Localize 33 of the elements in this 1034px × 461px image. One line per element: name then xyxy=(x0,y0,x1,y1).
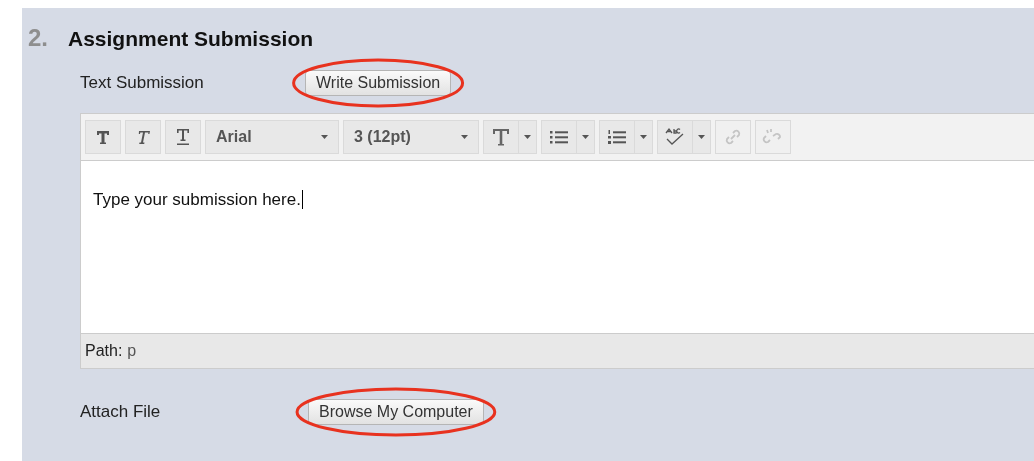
path-label: Path: xyxy=(85,341,123,361)
caret-icon xyxy=(524,135,531,139)
caret-icon xyxy=(640,135,647,139)
editor-text-area[interactable]: Type your submission here. xyxy=(81,161,1034,333)
toolbar-button[interactable] xyxy=(541,120,595,154)
toolbar-button[interactable] xyxy=(483,120,537,154)
spell-check-icon xyxy=(664,127,686,147)
text-color-icon xyxy=(491,127,511,147)
toolbar-button[interactable] xyxy=(599,120,653,154)
numbered-list-icon xyxy=(608,129,626,145)
link-icon xyxy=(724,128,742,146)
toolbar-select[interactable]: 3 (12pt) xyxy=(343,120,479,154)
bullet-list-icon xyxy=(550,129,568,145)
underline-icon xyxy=(175,128,191,146)
caret-icon xyxy=(321,135,328,139)
toolbar-button[interactable] xyxy=(85,120,121,154)
toolbar-button[interactable] xyxy=(657,120,711,154)
path-value: p xyxy=(127,341,137,361)
browse-computer-button[interactable]: Browse My Computer xyxy=(308,399,484,425)
field-label: Attach File xyxy=(80,401,162,424)
section-title: Assignment Submission xyxy=(68,26,314,52)
write-submission-button[interactable]: Write Submission xyxy=(305,70,452,96)
unlink-icon xyxy=(762,128,784,146)
toolbar-button[interactable] xyxy=(165,120,201,154)
toolbar-select[interactable]: Arial xyxy=(205,120,339,154)
caret-icon xyxy=(461,135,468,139)
caret-icon xyxy=(698,135,705,139)
editor-text: Type your submission here. xyxy=(93,190,303,209)
section-number: 2. xyxy=(28,23,48,53)
bold-icon xyxy=(95,129,111,145)
field-label: Text Submission xyxy=(80,72,205,95)
caret-icon xyxy=(582,135,589,139)
toolbar-button[interactable] xyxy=(125,120,161,154)
